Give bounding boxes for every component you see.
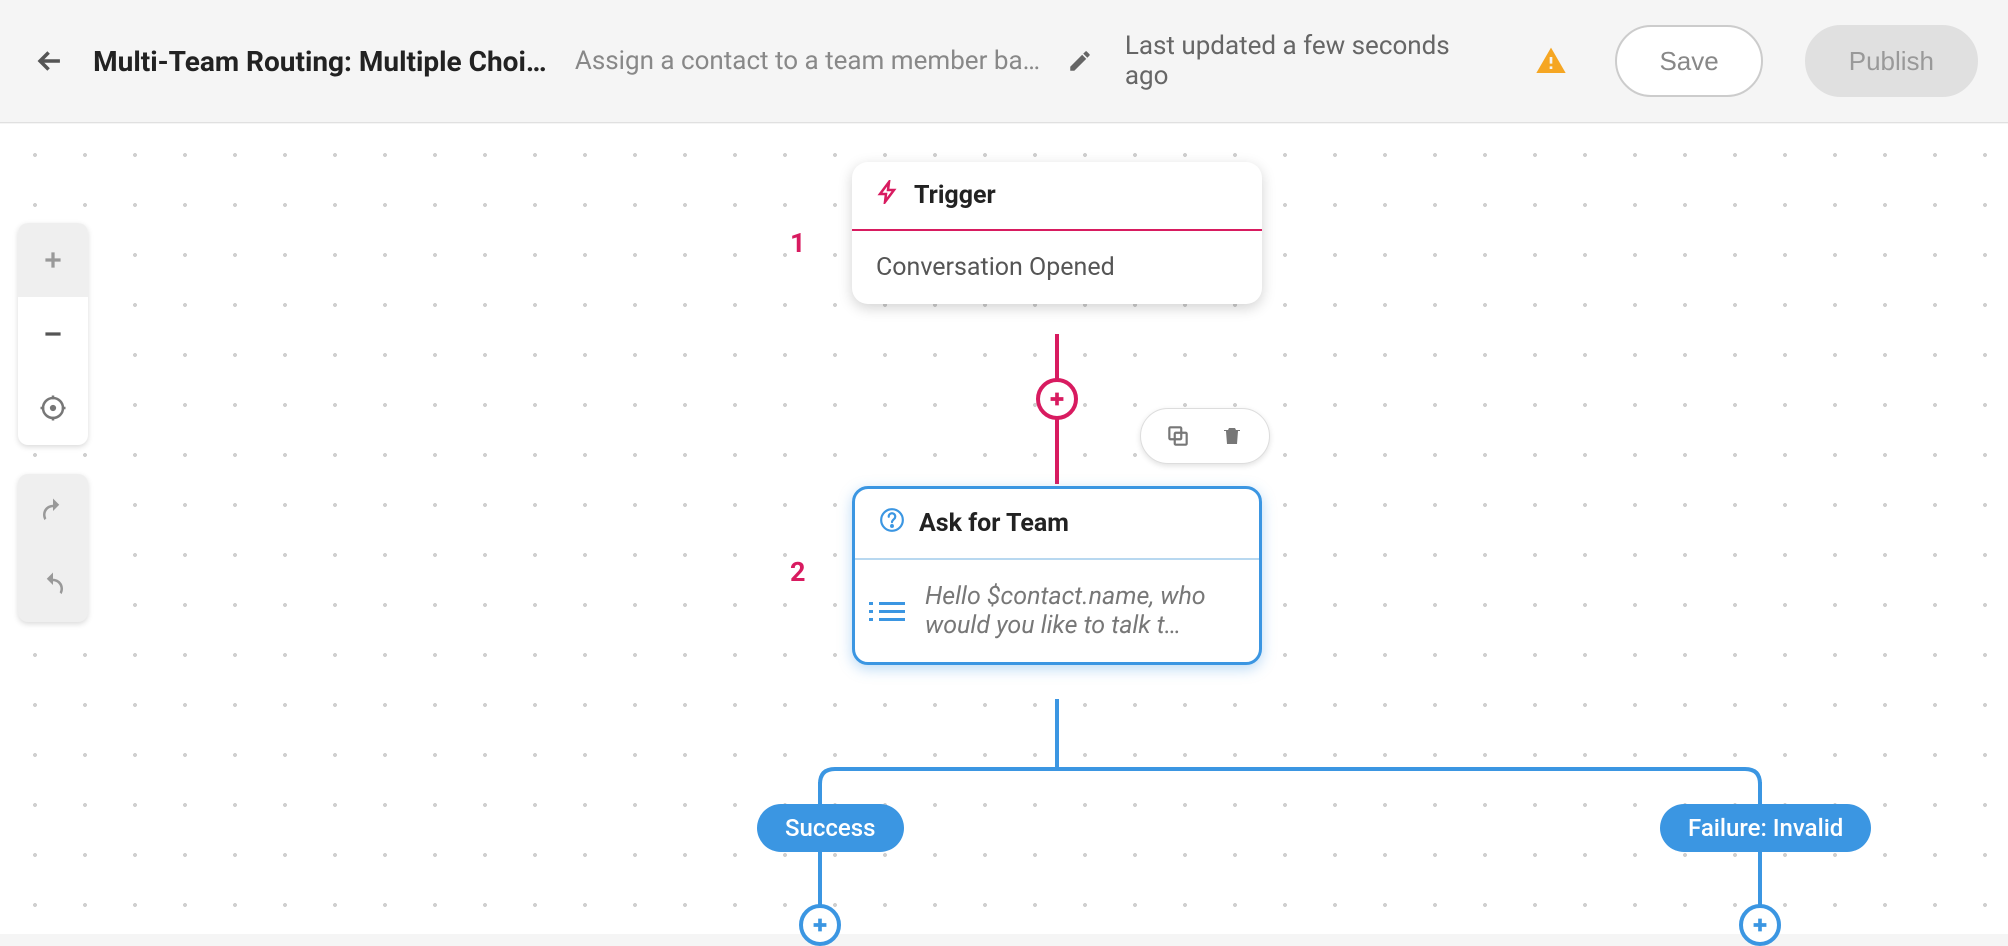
edit-description-button[interactable] <box>1067 48 1093 74</box>
workflow-title[interactable]: Multi-Team Routing: Multiple Choic… <box>93 45 551 78</box>
question-icon <box>879 507 905 540</box>
ask-body: Hello $contact.name, who would you like … <box>855 560 1259 662</box>
header-bar: Multi-Team Routing: Multiple Choic… Assi… <box>0 0 2008 123</box>
trigger-title: Trigger <box>914 181 996 210</box>
redo-button[interactable] <box>18 548 88 622</box>
zoom-toolbar <box>18 223 88 445</box>
add-step-button-1[interactable] <box>1036 378 1078 420</box>
ask-for-team-node[interactable]: Ask for Team Hello $contact.name, who wo… <box>852 486 1262 665</box>
zoom-out-button[interactable] <box>18 297 88 371</box>
node-actions-toolbar <box>1140 408 1270 464</box>
add-step-failure[interactable] <box>1739 904 1781 946</box>
zoom-in-button[interactable] <box>18 223 88 297</box>
delete-node-button[interactable] <box>1217 421 1247 451</box>
lightning-icon <box>876 180 900 211</box>
workflow-subtitle: Assign a contact to a team member bas… <box>575 46 1043 76</box>
ask-node-header: Ask for Team <box>855 489 1259 560</box>
node-number-2: 2 <box>790 556 806 588</box>
ask-body-text: Hello $contact.name, who would you like … <box>925 582 1225 640</box>
trigger-body: Conversation Opened <box>852 231 1262 304</box>
ask-title: Ask for Team <box>919 509 1069 538</box>
branch-failure[interactable]: Failure: Invalid <box>1660 804 1871 852</box>
recenter-button[interactable] <box>18 371 88 445</box>
workflow-canvas[interactable]: 1 Trigger Conversation Opened 2 Ask for … <box>0 124 2008 934</box>
trigger-node[interactable]: Trigger Conversation Opened <box>852 162 1262 304</box>
node-number-1: 1 <box>790 227 806 259</box>
save-button[interactable]: Save <box>1615 25 1762 97</box>
back-button[interactable] <box>30 41 69 81</box>
list-icon <box>879 602 905 621</box>
undo-button[interactable] <box>18 474 88 548</box>
branch-success[interactable]: Success <box>757 804 904 852</box>
history-toolbar <box>18 474 88 622</box>
trigger-node-header: Trigger <box>852 162 1262 231</box>
add-step-success[interactable] <box>799 904 841 946</box>
warning-icon[interactable] <box>1535 45 1567 77</box>
publish-button[interactable]: Publish <box>1805 25 1978 97</box>
last-updated-text: Last updated a few seconds ago <box>1125 31 1492 91</box>
copy-node-button[interactable] <box>1163 421 1193 451</box>
